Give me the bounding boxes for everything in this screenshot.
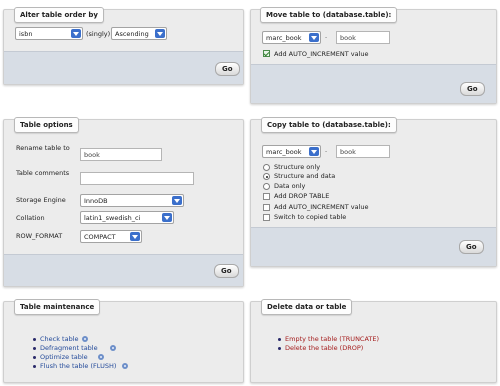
copy-table-name-input[interactable]: book [336, 145, 390, 158]
dropdown-arrow-icon [71, 29, 81, 38]
copy-table-legend: Copy table to (database.table): [261, 117, 397, 133]
comments-label: Table comments [16, 169, 70, 177]
bullet-icon [278, 347, 281, 350]
alter-order-panel: Alter table order by isbn (singly) Ascen… [3, 7, 244, 85]
bullet-icon [33, 338, 36, 341]
table-options-go-button[interactable]: Go [214, 264, 239, 278]
copy-table-go-button[interactable]: Go [459, 240, 484, 254]
rename-input[interactable]: book [80, 148, 162, 161]
help-icon[interactable] [122, 363, 128, 369]
collation-label: Collation [16, 214, 45, 222]
move-table-footer: Go [251, 64, 496, 103]
copy-table-panel: Copy table to (database.table): marc_boo… [250, 117, 497, 267]
add-drop-table-label: Add DROP TABLE [274, 192, 330, 200]
check-table-link[interactable]: Check table [40, 335, 79, 343]
delete-legend: Delete data or table [261, 299, 353, 315]
copy-auto-increment-label: Add AUTO_INCREMENT value [274, 203, 369, 211]
collation-value: latin1_swedish_ci [84, 214, 141, 222]
dropdown-arrow-icon [162, 213, 172, 222]
move-database-value: marc_book [266, 34, 302, 42]
bullet-icon [33, 347, 36, 350]
row-format-label: ROW_FORMAT [16, 232, 63, 240]
engine-label: Storage Engine [16, 196, 66, 204]
dropdown-arrow-icon [130, 232, 140, 241]
copy-dot-separator: · [325, 148, 328, 156]
switch-to-copied-label: Switch to copied table [274, 213, 347, 221]
order-column-value: isbn [19, 30, 33, 38]
alter-order-legend: Alter table order by [14, 7, 104, 23]
structure-and-data-radio[interactable] [263, 173, 270, 180]
dropdown-arrow-icon [309, 33, 319, 42]
move-table-panel: Move table to (database.table): marc_boo… [250, 7, 497, 104]
drop-table-link[interactable]: Delete the table (DROP) [285, 344, 363, 352]
move-database-select[interactable]: marc_book [262, 31, 321, 44]
table-options-footer: Go [4, 254, 243, 286]
move-auto-increment-checkbox[interactable] [263, 50, 270, 57]
table-maintenance-panel: Table maintenance Check table Defragment… [3, 299, 244, 383]
rename-label: Rename table to [16, 144, 70, 152]
dropdown-arrow-icon [172, 196, 182, 205]
order-direction-value: Ascending [115, 30, 149, 38]
move-table-go-button[interactable]: Go [460, 82, 485, 96]
row-format-select[interactable]: COMPACT [80, 230, 142, 243]
table-maintenance-legend: Table maintenance [14, 299, 101, 315]
bullet-icon [33, 365, 36, 368]
truncate-table-link[interactable]: Empty the table (TRUNCATE) [285, 335, 379, 343]
row-format-value: COMPACT [84, 233, 116, 241]
table-options-panel: Table options Rename table to book Table… [3, 117, 244, 287]
structure-and-data-label: Structure and data [274, 172, 336, 180]
order-column-select[interactable]: isbn [15, 27, 83, 40]
comments-input[interactable] [80, 172, 194, 185]
delete-panel: Delete data or table Empty the table (TR… [250, 299, 497, 383]
bullet-icon [278, 338, 281, 341]
flush-table-link[interactable]: Flush the table (FLUSH) [40, 362, 116, 370]
structure-only-radio[interactable] [263, 164, 270, 171]
engine-select[interactable]: InnoDB [80, 194, 184, 207]
optimize-table-link[interactable]: Optimize table [40, 353, 88, 361]
engine-value: InnoDB [84, 197, 108, 205]
move-table-name-input[interactable]: book [336, 31, 390, 44]
data-only-radio[interactable] [263, 183, 270, 190]
data-only-label: Data only [274, 182, 306, 190]
dropdown-arrow-icon [155, 29, 165, 38]
table-options-legend: Table options [14, 117, 79, 133]
copy-database-value: marc_book [266, 148, 302, 156]
bullet-icon [33, 356, 36, 359]
singly-label: (singly) [86, 30, 111, 38]
alter-order-footer: Go [4, 51, 243, 84]
structure-only-label: Structure only [274, 163, 321, 171]
move-table-legend: Move table to (database.table): [260, 7, 398, 23]
add-drop-table-checkbox[interactable] [263, 193, 270, 200]
move-auto-increment-label: Add AUTO_INCREMENT value [274, 50, 369, 58]
collation-select[interactable]: latin1_swedish_ci [80, 211, 174, 224]
copy-auto-increment-checkbox[interactable] [263, 204, 270, 211]
alter-order-go-button[interactable]: Go [215, 62, 240, 76]
switch-to-copied-checkbox[interactable] [263, 214, 270, 221]
help-icon[interactable] [82, 336, 88, 342]
help-icon[interactable] [110, 345, 116, 351]
copy-database-select[interactable]: marc_book [262, 145, 321, 158]
order-direction-select[interactable]: Ascending [111, 27, 167, 40]
copy-table-footer: Go [251, 227, 496, 266]
move-dot-separator: · [325, 34, 328, 42]
dropdown-arrow-icon [309, 147, 319, 156]
help-icon[interactable] [98, 354, 104, 360]
defragment-table-link[interactable]: Defragment table [40, 344, 98, 352]
